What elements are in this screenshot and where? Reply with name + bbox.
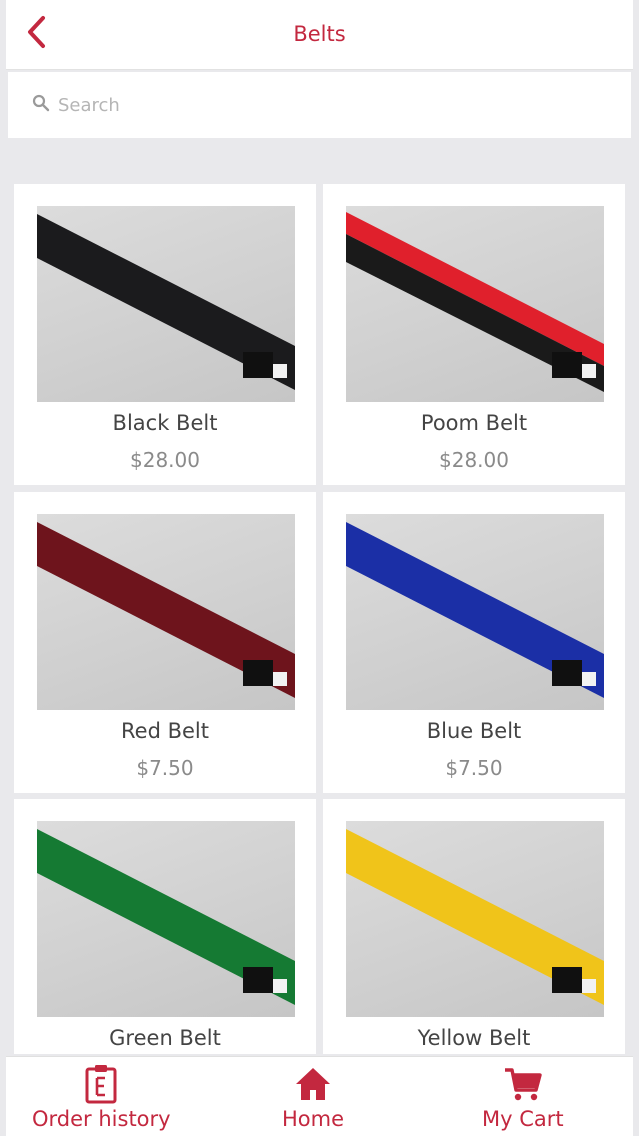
product-image — [346, 514, 604, 710]
page-title: Belts — [293, 22, 346, 46]
tab-my-cart[interactable]: My Cart — [482, 1057, 564, 1136]
search-icon — [32, 94, 50, 116]
product-name: Red Belt — [121, 719, 209, 743]
product-image — [37, 206, 295, 402]
tab-label: Home — [282, 1107, 345, 1131]
product-price: $28.00 — [439, 448, 509, 472]
product-card[interactable]: Green Belt — [14, 799, 316, 1054]
product-image — [346, 206, 604, 402]
product-price: $7.50 — [445, 756, 503, 780]
product-name: Green Belt — [109, 1026, 221, 1050]
search-bar — [8, 72, 631, 138]
product-name: Black Belt — [112, 411, 218, 435]
product-card[interactable]: Black Belt $28.00 — [14, 184, 316, 485]
tab-label: Order history — [32, 1107, 171, 1131]
order-history-icon — [84, 1063, 118, 1105]
tab-label: My Cart — [482, 1107, 564, 1131]
product-grid: Black Belt $28.00 Poom Belt $28.00 Red B… — [14, 184, 625, 1054]
home-icon — [294, 1063, 332, 1105]
product-price: $7.50 — [136, 756, 194, 780]
product-price: $28.00 — [130, 448, 200, 472]
cart-icon — [503, 1063, 543, 1105]
product-image — [346, 821, 604, 1017]
search-input[interactable] — [58, 90, 558, 120]
bottom-nav: Order history Home My Cart — [6, 1056, 633, 1136]
tab-order-history[interactable]: Order history — [32, 1057, 171, 1136]
product-image — [37, 821, 295, 1017]
product-card[interactable]: Poom Belt $28.00 — [323, 184, 625, 485]
product-card[interactable]: Blue Belt $7.50 — [323, 492, 625, 793]
tab-home[interactable]: Home — [282, 1057, 344, 1136]
product-card[interactable]: Red Belt $7.50 — [14, 492, 316, 793]
product-name: Yellow Belt — [417, 1026, 531, 1050]
product-image — [37, 514, 295, 710]
product-name: Blue Belt — [426, 719, 522, 743]
product-name: Poom Belt — [420, 411, 528, 435]
product-card[interactable]: Yellow Belt — [323, 799, 625, 1054]
top-bar: Belts — [6, 0, 633, 70]
